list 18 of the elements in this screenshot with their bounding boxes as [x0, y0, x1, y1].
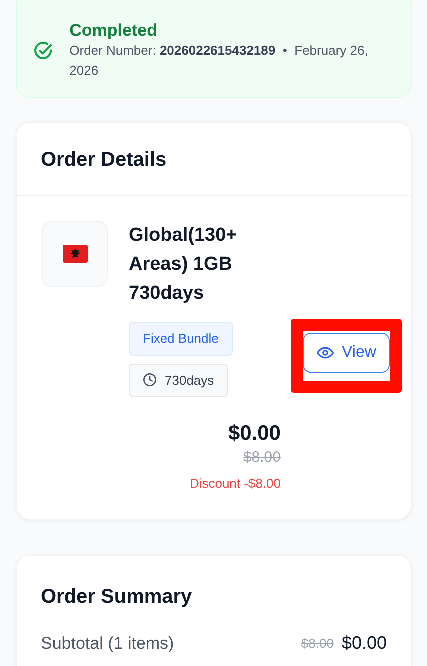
summary-value: $0.00 — [342, 632, 387, 655]
product-name: Global(130+ Areas) 1GB 730days — [129, 224, 238, 306]
order-info: Order Number: 2026022615432189 • February 26, 2026 — [70, 42, 370, 80]
bundle-tag: Fixed Bundle — [129, 322, 233, 356]
summary-label: Subtotal (1 items) — [41, 632, 174, 655]
check-circle-icon — [33, 40, 54, 62]
section-title: Order Summary — [41, 585, 194, 610]
product-price: $0.00 — [228, 421, 281, 447]
status-title: Completed — [70, 21, 158, 41]
clock-icon — [143, 373, 157, 388]
original-price: $8.00 — [301, 634, 334, 653]
section-title: Order Details — [17, 123, 411, 196]
flag-icon — [62, 245, 88, 263]
discount-text: Discount -$8.00 — [190, 474, 281, 492]
original-price: $8.00 — [243, 448, 281, 468]
eye-icon — [317, 347, 334, 359]
duration-tag: 730days — [129, 364, 228, 397]
view-button[interactable]: View — [303, 333, 390, 373]
